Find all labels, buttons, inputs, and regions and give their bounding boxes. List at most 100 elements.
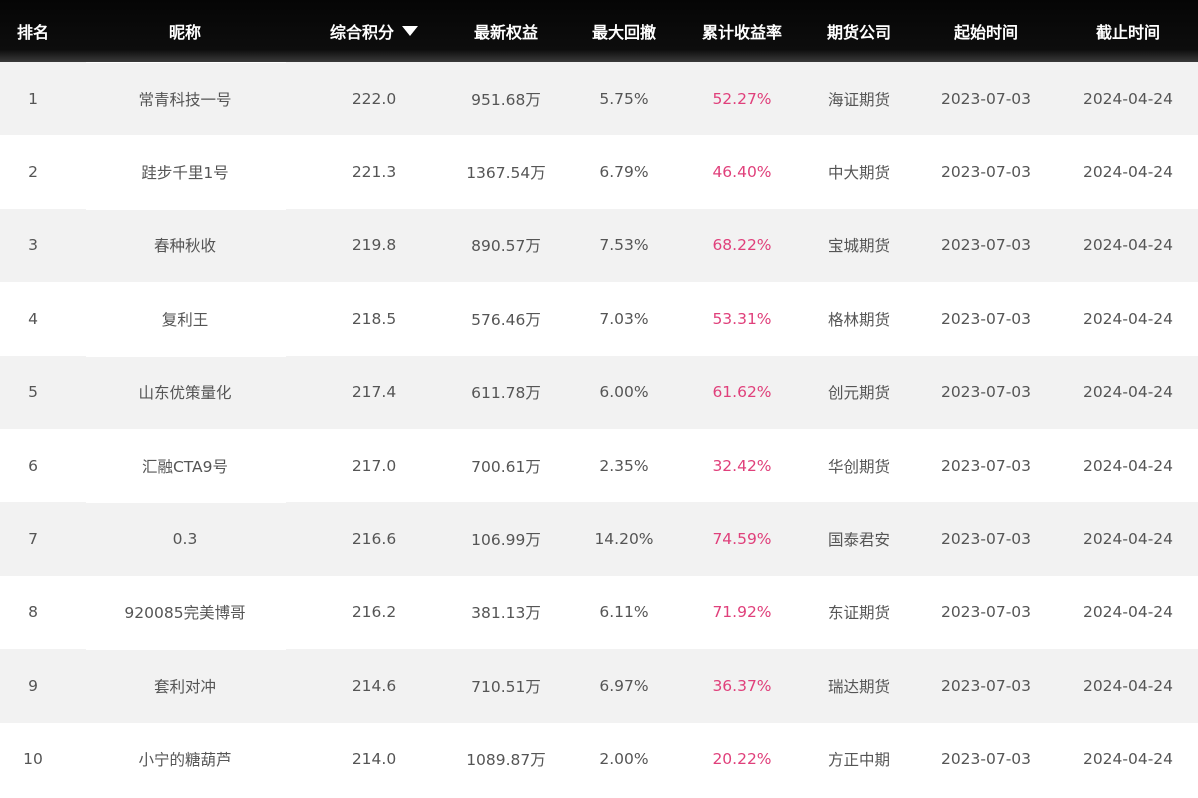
sort-desc-icon[interactable] [402,26,418,36]
equity-cell: 1089.87万 [466,751,546,770]
start-date-cell: 2023-07-03 [940,750,1032,769]
header-return[interactable]: 累计收益率 [680,0,804,62]
drawdown-cell: 6.79% [599,163,649,182]
end-date-cell: 2024-04-24 [1082,750,1174,769]
return-cell: 61.62% [712,383,772,402]
end-date-cell: 2024-04-24 [1082,456,1174,475]
drawdown-cell: 6.00% [599,383,649,402]
start-date-cell: 2023-07-03 [940,603,1032,622]
score-cell: 216.6 [351,530,397,549]
equity-cell: 890.57万 [471,237,541,256]
end-date-cell: 2024-04-24 [1082,89,1174,108]
score-cell: 222.0 [351,89,397,108]
score-cell: 221.3 [351,163,397,182]
return-cell: 46.40% [712,163,772,182]
nickname-cell: 0.3 [172,530,198,549]
equity-cell: 951.68万 [471,90,541,109]
broker-cell: 创元期货 [827,384,890,403]
table-row[interactable]: 10 小宁的糖葫芦 214.0 1089.87万 2.00% 20.22% 方正中期 2023… [0,722,1198,796]
table-row[interactable]: 5 山东优策量化 217.4 611.78万 6.00% 61.62% 创元期货 2023-0… [0,355,1198,429]
rank-cell: 2 [28,163,38,182]
header-score-label: 综合积分 [329,23,394,42]
nickname-cell: 复利王 [161,310,209,329]
broker-cell: 瑞达期货 [827,677,890,696]
nickname-cell: 山东优策量化 [138,384,232,403]
table-row[interactable]: 6 汇融CTA9号 217.0 700.61万 2.35% 32.42% 华创期货 2023-… [0,428,1198,503]
ranking-table: 排名 昵称 综合积分 最新权益 最大回撤 累计收益率 期货公司 起始时间 截止时… [0,0,1198,796]
return-cell: 32.42% [712,456,772,475]
table-header: 排名 昵称 综合积分 最新权益 最大回撤 累计收益率 期货公司 起始时间 截止时… [0,0,1198,62]
return-cell: 74.59% [712,530,772,549]
return-cell: 36.37% [712,676,772,695]
equity-cell: 381.13万 [471,604,541,623]
nickname-cell: 小宁的糖葫芦 [138,751,232,770]
broker-cell: 宝城期货 [827,237,890,256]
end-date-cell: 2024-04-24 [1082,530,1174,549]
broker-cell: 方正中期 [827,751,890,770]
drawdown-cell: 6.11% [599,603,649,622]
return-cell: 68.22% [712,236,772,255]
rank-cell: 5 [28,383,38,402]
drawdown-cell: 6.97% [599,676,649,695]
table-row[interactable]: 2 跬步千里1号 221.3 1367.54万 6.79% 46.40% 中大期货 2023-… [0,135,1198,209]
equity-cell: 611.78万 [471,384,541,403]
end-date-cell: 2024-04-24 [1082,163,1174,182]
equity-cell: 576.46万 [471,310,541,329]
score-cell: 214.6 [351,676,397,695]
drawdown-cell: 14.20% [594,530,654,549]
table-body: 1 常青科技一号 222.0 951.68万 5.75% 52.27% 海证期货 2023-0… [0,62,1198,796]
rank-cell: 6 [28,456,38,475]
nickname-cell: 920085完美博哥 [124,604,246,623]
drawdown-cell: 2.35% [599,456,649,475]
score-cell: 216.2 [351,603,397,622]
header-drawdown[interactable]: 最大回撤 [568,0,680,62]
rank-cell: 10 [23,750,43,769]
table-row[interactable]: 4 复利王 218.5 576.46万 7.03% 53.31% 格林期货 2023-07-0… [0,282,1198,356]
start-date-cell: 2023-07-03 [940,309,1032,328]
header-broker[interactable]: 期货公司 [804,0,914,62]
end-date-cell: 2024-04-24 [1082,309,1174,328]
header-equity[interactable]: 最新权益 [444,0,568,62]
header-start[interactable]: 起始时间 [914,0,1058,62]
return-cell: 20.22% [712,750,772,769]
score-cell: 217.0 [351,456,397,475]
return-cell: 52.27% [712,89,772,108]
score-cell: 214.0 [351,750,397,769]
table-row[interactable]: 7 0.3 216.6 106.99万 14.20% 74.59% 国泰君安 2023-07-… [0,502,1198,576]
broker-cell: 中大期货 [827,164,890,183]
table-row[interactable]: 1 常青科技一号 222.0 951.68万 5.75% 52.27% 海证期货 2023-0… [0,62,1198,136]
start-date-cell: 2023-07-03 [940,530,1032,549]
rank-cell: 3 [28,236,38,255]
equity-cell: 1367.54万 [466,164,546,183]
broker-cell: 东证期货 [827,604,890,623]
broker-cell: 华创期货 [827,457,890,476]
start-date-cell: 2023-07-03 [940,163,1032,182]
equity-cell: 710.51万 [471,677,541,696]
nickname-cell: 套利对冲 [153,677,216,696]
broker-cell: 国泰君安 [827,531,890,550]
broker-cell: 海证期货 [827,90,890,109]
return-cell: 53.31% [712,309,772,328]
header-nickname[interactable]: 昵称 [66,0,304,62]
score-cell: 219.8 [351,236,397,255]
nickname-cell: 常青科技一号 [138,90,232,109]
start-date-cell: 2023-07-03 [940,676,1032,695]
drawdown-cell: 7.03% [599,309,649,328]
start-date-cell: 2023-07-03 [940,383,1032,402]
rank-cell: 1 [28,89,38,108]
start-date-cell: 2023-07-03 [940,89,1032,108]
header-rank[interactable]: 排名 [0,0,66,62]
return-cell: 71.92% [712,603,772,622]
nickname-cell: 春种秋收 [153,237,216,256]
rank-cell: 4 [28,309,38,328]
end-date-cell: 2024-04-24 [1082,383,1174,402]
equity-cell: 700.61万 [471,457,541,476]
score-cell: 218.5 [351,309,397,328]
equity-cell: 106.99万 [471,531,541,550]
table-row[interactable]: 3 春种秋收 219.8 890.57万 7.53% 68.22% 宝城期货 2023-07-… [0,208,1198,283]
header-end[interactable]: 截止时间 [1058,0,1198,62]
table-row[interactable]: 9 套利对冲 214.6 710.51万 6.97% 36.37% 瑞达期货 2023-07-… [0,649,1198,723]
header-score[interactable]: 综合积分 [304,0,444,62]
table-row[interactable]: 8 920085完美博哥 216.2 381.13万 6.11% 71.92% 东证期货 20… [0,575,1198,650]
nickname-cell: 汇融CTA9号 [141,457,229,476]
